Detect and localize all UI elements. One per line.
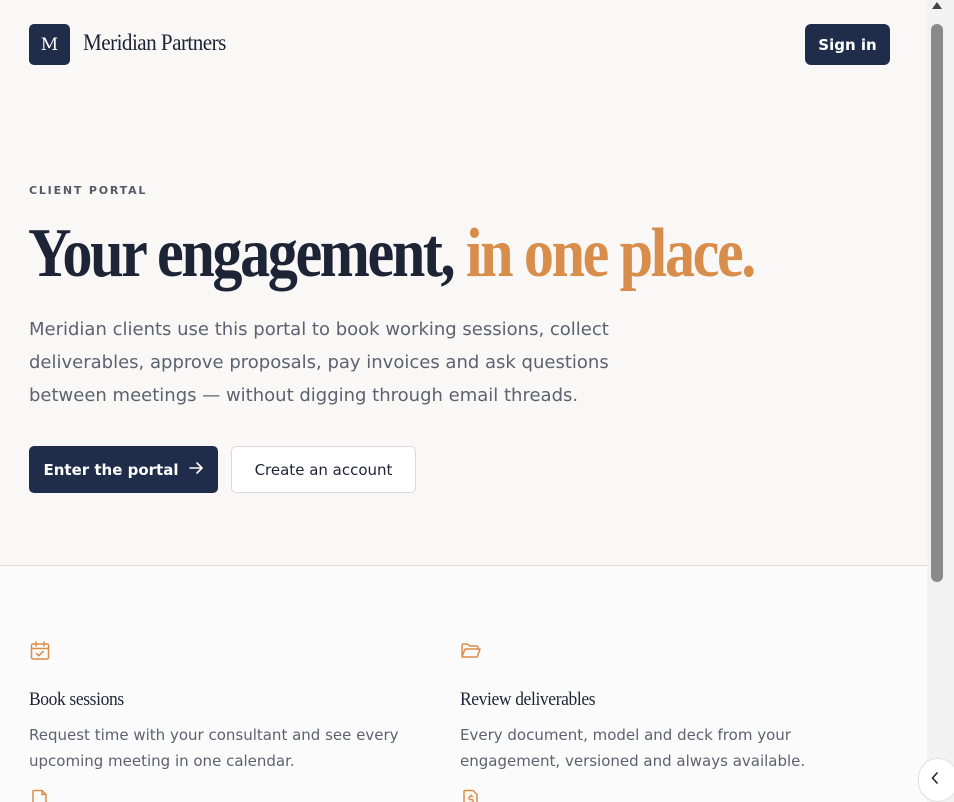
enter-portal-button[interactable]: Enter the portal [29,446,218,493]
scroll-up-arrow-icon[interactable] [932,2,942,9]
document-icon [29,788,51,802]
page: M Meridian Partners Sign in CLIENT PORTA… [0,0,927,802]
chevron-left-icon [931,772,939,788]
headline-main: Your engagement, [28,215,466,292]
logo-letter: M [40,34,59,55]
folder-open-icon [460,640,482,662]
hero-eyebrow: CLIENT PORTAL [29,184,148,197]
side-panel-toggle[interactable] [918,758,954,802]
calendar-check-icon [29,640,51,662]
feature-title: Book sessions [29,689,124,710]
brand-name[interactable]: Meridian Partners [83,30,226,56]
create-account-button[interactable]: Create an account [231,446,416,493]
hero-description: Meridian clients use this portal to book… [29,319,609,406]
enter-portal-label: Enter the portal [43,460,179,479]
brand-logo[interactable]: M [29,24,70,65]
headline-accent: in one place. [465,215,757,292]
arrow-right-icon [188,460,204,479]
feature-title: Review deliverables [460,689,596,710]
feature-description: Every document, model and deck from your… [460,726,806,770]
sign-in-button[interactable]: Sign in [805,24,890,65]
hero-headline: Your engagement, in one place. [28,212,757,296]
scrollbar-thumb[interactable] [931,24,943,582]
feature-description: Request time with your consultant and se… [29,726,399,770]
invoice-dollar-icon [460,788,482,802]
